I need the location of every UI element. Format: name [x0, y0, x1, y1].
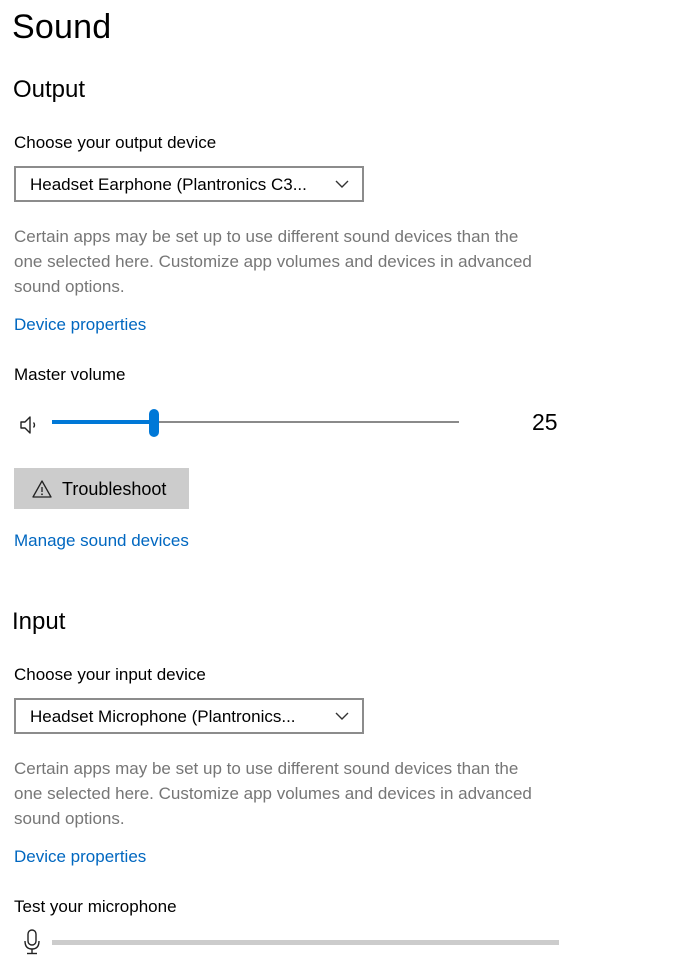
chevron-down-icon	[335, 180, 349, 188]
troubleshoot-button-label: Troubleshoot	[62, 479, 167, 499]
output-description-line: Certain apps may be set up to use differ…	[14, 227, 519, 246]
master-volume-label: Master volume	[14, 365, 126, 384]
input-description-line: one selected here. Customize app volumes…	[14, 784, 532, 803]
warning-icon	[32, 480, 52, 498]
test-microphone-label: Test your microphone	[14, 897, 177, 916]
volume-slider-fill	[52, 420, 154, 424]
input-device-label: Choose your input device	[14, 665, 206, 684]
output-device-dropdown[interactable]: Headset Earphone (Plantronics C3...	[14, 166, 364, 202]
speaker-icon[interactable]	[19, 414, 41, 436]
chevron-down-icon	[335, 712, 349, 720]
output-device-properties-link[interactable]: Device properties	[14, 315, 146, 335]
input-description-line: Certain apps may be set up to use differ…	[14, 759, 519, 778]
troubleshoot-button[interactable]: Troubleshoot	[14, 468, 189, 509]
page-title: Sound	[12, 8, 112, 46]
input-description-line: sound options.	[14, 809, 125, 828]
input-device-value: Headset Microphone (Plantronics...	[30, 707, 296, 726]
sound-settings-page: Sound Output Choose your output device H…	[0, 0, 690, 966]
output-device-label: Choose your output device	[14, 133, 217, 152]
manage-sound-devices-link[interactable]: Manage sound devices	[14, 531, 189, 551]
output-heading: Output	[13, 76, 86, 103]
microphone-level-meter	[52, 940, 559, 945]
output-device-value: Headset Earphone (Plantronics C3...	[30, 175, 307, 194]
volume-value: 25	[532, 409, 558, 435]
volume-slider-thumb[interactable]	[148, 409, 159, 437]
input-description: Certain apps may be set up to use differ…	[14, 756, 584, 831]
output-description-line: one selected here. Customize app volumes…	[14, 252, 532, 271]
input-heading: Input	[12, 608, 66, 635]
input-device-dropdown[interactable]: Headset Microphone (Plantronics...	[14, 698, 364, 734]
input-device-properties-link[interactable]: Device properties	[14, 847, 146, 867]
output-description-line: sound options.	[14, 277, 125, 296]
output-description: Certain apps may be set up to use differ…	[14, 224, 584, 299]
microphone-icon	[24, 929, 40, 955]
